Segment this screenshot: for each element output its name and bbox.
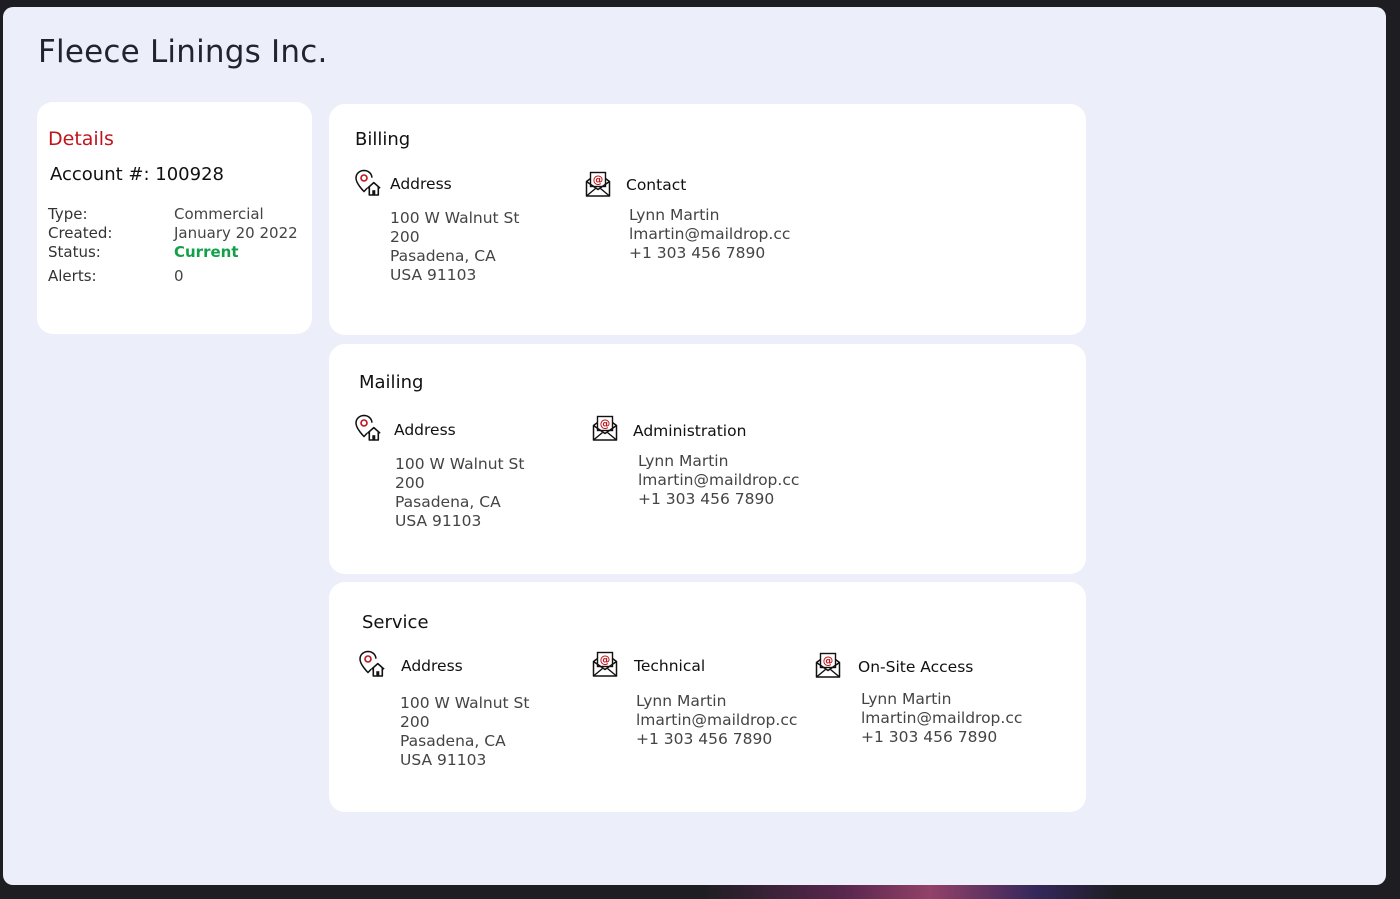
details-header: Details — [48, 128, 114, 150]
detail-value: January 20 2022 — [174, 224, 298, 242]
item-label: On-Site Access — [858, 658, 974, 676]
contact-lines: Lynn Martin lmartin@maildrop.cc +1 303 4… — [629, 206, 790, 263]
address-lines: 100 W Walnut St 200 Pasadena, CA USA 911… — [390, 209, 519, 285]
contact-email[interactable]: lmartin@maildrop.cc — [638, 471, 799, 490]
detail-label: Status: — [48, 243, 101, 261]
contact-name: Lynn Martin — [638, 452, 729, 470]
contact-email[interactable]: lmartin@maildrop.cc — [636, 711, 797, 730]
location-home-icon — [357, 649, 387, 679]
contact-name: Lynn Martin — [861, 690, 952, 708]
address-line: Pasadena, CA — [400, 732, 506, 750]
email-envelope-icon: @ — [590, 413, 620, 443]
item-label: Technical — [634, 657, 706, 675]
contact-email[interactable]: lmartin@maildrop.cc — [861, 709, 1022, 728]
service-card: Service Address 100 W Walnut St 200 Pasa… — [329, 582, 1086, 812]
address-line: 100 W Walnut St — [390, 209, 520, 227]
contact-email[interactable]: lmartin@maildrop.cc — [629, 225, 790, 244]
detail-label: Type: — [48, 205, 88, 223]
item-label: Address — [401, 657, 463, 675]
location-home-icon — [353, 413, 383, 443]
section-title: Service — [362, 612, 429, 633]
account-number: Account #: 100928 — [50, 164, 224, 185]
detail-label: Created: — [48, 224, 113, 242]
address-line: 200 — [395, 474, 425, 492]
address-lines: 100 W Walnut St 200 Pasadena, CA USA 911… — [395, 455, 524, 531]
address-line: USA 91103 — [400, 751, 487, 769]
address-line: 200 — [400, 713, 430, 731]
svg-text:@: @ — [600, 418, 611, 430]
contact-name: Lynn Martin — [636, 692, 727, 710]
status-badge: Current — [174, 243, 239, 261]
contact-phone[interactable]: +1 303 456 7890 — [636, 730, 797, 749]
billing-card: Billing Address 100 W Walnut St 200 Pasa… — [329, 104, 1086, 335]
svg-text:@: @ — [823, 655, 834, 667]
contact-name: Lynn Martin — [629, 206, 720, 224]
email-envelope-icon: @ — [813, 650, 843, 680]
item-label: Contact — [626, 176, 687, 194]
address-lines: 100 W Walnut St 200 Pasadena, CA USA 911… — [400, 694, 529, 770]
contact-lines: Lynn Martin lmartin@maildrop.cc +1 303 4… — [861, 690, 1022, 747]
detail-value: Commercial — [174, 205, 264, 223]
svg-text:@: @ — [600, 654, 611, 666]
item-label: Address — [390, 175, 452, 193]
app-window: Fleece Linings Inc. Details Account #: 1… — [3, 7, 1386, 885]
svg-text:@: @ — [593, 174, 604, 186]
email-envelope-icon: @ — [590, 649, 620, 679]
desktop-background — [700, 884, 1120, 899]
contact-phone[interactable]: +1 303 456 7890 — [629, 244, 790, 263]
section-title: Billing — [355, 129, 411, 150]
address-line: USA 91103 — [395, 512, 482, 530]
contact-lines: Lynn Martin lmartin@maildrop.cc +1 303 4… — [638, 452, 799, 509]
contact-phone[interactable]: +1 303 456 7890 — [638, 490, 799, 509]
page-title: Fleece Linings Inc. — [38, 34, 328, 70]
address-line: 100 W Walnut St — [400, 694, 530, 712]
address-line: Pasadena, CA — [395, 493, 501, 511]
contact-lines: Lynn Martin lmartin@maildrop.cc +1 303 4… — [636, 692, 797, 749]
address-line: USA 91103 — [390, 266, 477, 284]
detail-label: Alerts: — [48, 267, 97, 285]
item-label: Administration — [633, 422, 747, 440]
address-line: 100 W Walnut St — [395, 455, 525, 473]
contact-phone[interactable]: +1 303 456 7890 — [861, 728, 1022, 747]
details-card: Details Account #: 100928 Type: Commerci… — [37, 102, 312, 334]
location-home-icon — [353, 168, 383, 198]
section-title: Mailing — [359, 372, 424, 393]
address-line: Pasadena, CA — [390, 247, 496, 265]
detail-value: 0 — [174, 267, 184, 285]
item-label: Address — [394, 421, 456, 439]
email-envelope-icon: @ — [583, 169, 613, 199]
address-line: 200 — [390, 228, 420, 246]
mailing-card: Mailing Address 100 W Walnut St 200 Pasa… — [329, 344, 1086, 574]
